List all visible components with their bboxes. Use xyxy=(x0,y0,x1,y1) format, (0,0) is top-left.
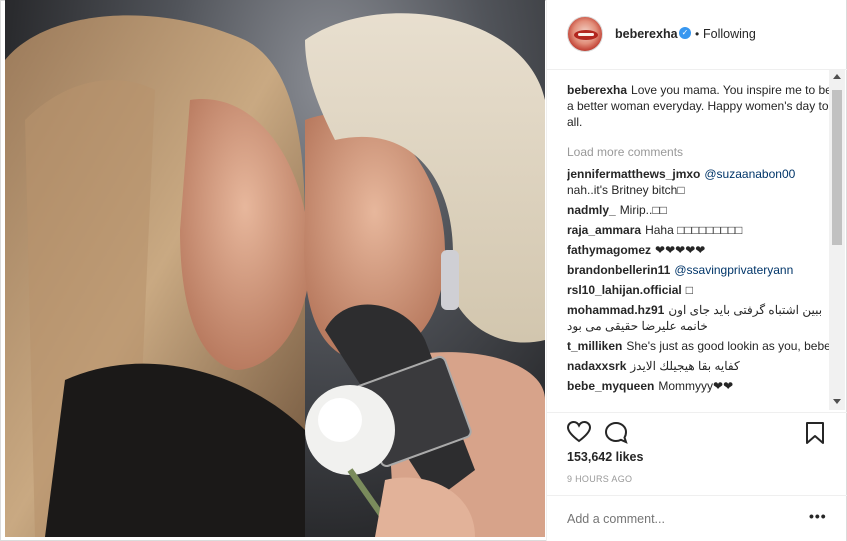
comment-mention-link[interactable]: @ssavingprivateryann xyxy=(674,263,793,277)
heart-icon[interactable] xyxy=(567,421,591,443)
post-timestamp[interactable]: 9 HOURS AGO xyxy=(567,474,632,484)
comment-item: fathymagomez ❤❤❤❤❤ xyxy=(567,242,833,258)
photo-illustration xyxy=(5,13,545,537)
comment-username[interactable]: bebe_myqueen xyxy=(567,379,654,393)
post-header: beberexha ✓ • Following xyxy=(547,0,847,70)
post-caption: beberexha Love you mama. You inspire me t… xyxy=(567,82,833,130)
comment-item: nadmly_ Mirip..□□ xyxy=(567,202,833,218)
following-button[interactable]: Following xyxy=(703,27,756,41)
comment-text: Mirip..□□ xyxy=(619,203,667,217)
comment-username[interactable]: nadaxxsrk xyxy=(567,359,626,373)
comment-item: brandonbellerin11 @ssavingprivateryann xyxy=(567,262,833,278)
action-bar xyxy=(547,412,847,452)
post-sidebar: beberexha ✓ • Following beberexha Love yo… xyxy=(546,0,847,541)
comment-item: rsl10_lahijan.official □ xyxy=(567,282,833,298)
comment-username[interactable]: t_milliken xyxy=(567,339,622,353)
comment-text: □ xyxy=(685,283,693,297)
verified-badge-icon: ✓ xyxy=(679,27,691,39)
comment-icon[interactable] xyxy=(604,421,628,445)
separator: • xyxy=(695,27,700,41)
comments-list: beberexha Love you mama. You inspire me t… xyxy=(567,78,833,410)
add-comment-row: ••• xyxy=(547,495,847,541)
comment-username[interactable]: jennifermatthews_jmxo xyxy=(567,167,700,181)
add-comment-input[interactable] xyxy=(567,510,797,528)
comment-mention-link[interactable]: @suzaanabon00 xyxy=(704,167,795,181)
caption-username[interactable]: beberexha xyxy=(567,83,627,97)
comment-item: raja_ammara Haha □□□□□□□□□ xyxy=(567,222,833,238)
comment-text: Mommyyy❤❤ xyxy=(658,379,734,393)
comment-text: كفايه بقا هيجيلك الايدز xyxy=(630,359,740,373)
comment-username[interactable]: nadmly_ xyxy=(567,203,616,217)
header-username[interactable]: beberexha xyxy=(615,27,678,41)
comment-username[interactable]: brandonbellerin11 xyxy=(567,263,670,277)
scroll-down-arrow-icon[interactable] xyxy=(833,399,841,404)
comment-item: nadaxxsrk كفايه بقا هيجيلك الايدز xyxy=(567,358,833,374)
comment-item: jennifermatthews_jmxo @suzaanabon00 nah..… xyxy=(567,166,833,198)
comment-username[interactable]: rsl10_lahijan.official xyxy=(567,283,682,297)
more-options-button[interactable]: ••• xyxy=(809,508,827,524)
comment-text: Haha □□□□□□□□□ xyxy=(645,223,743,237)
comment-item: t_milliken She's just as good lookin as y… xyxy=(567,338,833,354)
comment-username[interactable]: raja_ammara xyxy=(567,223,641,237)
scroll-up-arrow-icon[interactable] xyxy=(833,74,841,79)
load-more-comments-link[interactable]: Load more comments xyxy=(567,144,833,160)
bookmark-icon[interactable] xyxy=(805,421,825,445)
comment-username[interactable]: fathymagomez xyxy=(567,243,651,257)
comment-username[interactable]: mohammad.hz91 xyxy=(567,303,664,317)
comment-text: She's just as good lookin as you, bebe xyxy=(626,339,831,353)
likes-count[interactable]: 153,642 likes xyxy=(567,450,643,464)
scrollbar-thumb[interactable] xyxy=(832,90,842,245)
comment-text: nah..it's Britney bitch□ xyxy=(567,183,685,197)
comment-text: ❤❤❤❤❤ xyxy=(655,243,706,257)
comment-item: mohammad.hz91 ببین اشتباه گرفتی باید جای … xyxy=(567,302,833,334)
avatar[interactable] xyxy=(567,16,603,52)
post-photo[interactable] xyxy=(5,0,545,537)
comment-item: bebe_myqueen Mommyyy❤❤ xyxy=(567,378,833,394)
